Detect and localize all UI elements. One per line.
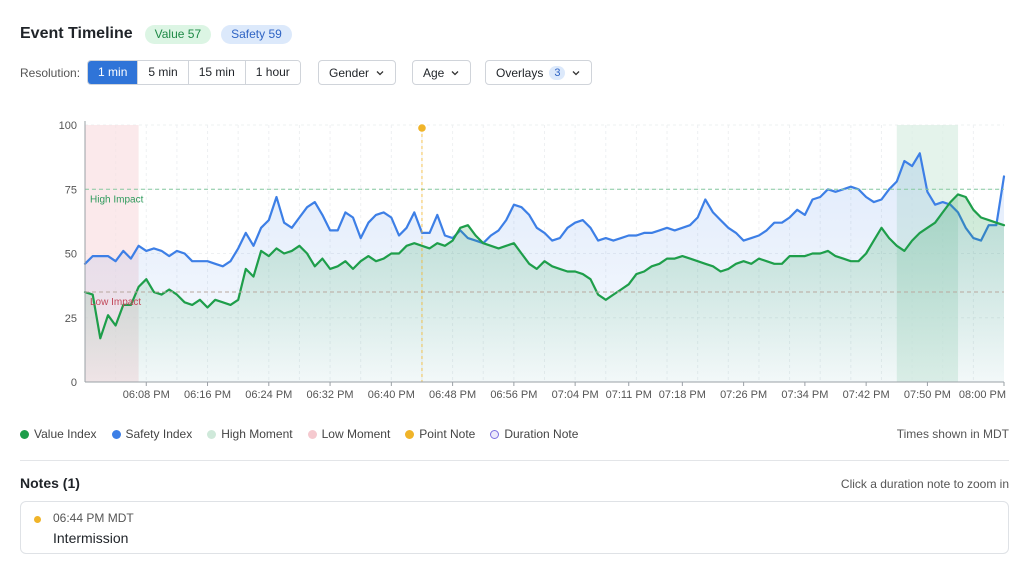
page-title: Event Timeline bbox=[20, 25, 133, 42]
resolution-controls: Resolution: 1 min 5 min 15 min 1 hour bbox=[20, 60, 301, 85]
y-tick-label: 25 bbox=[65, 313, 77, 325]
duration-note-swatch bbox=[490, 429, 500, 439]
x-tick-label: 06:24 PM bbox=[245, 389, 292, 401]
legend-point-note[interactable]: Point Note bbox=[405, 427, 475, 441]
x-tick-label: 07:42 PM bbox=[843, 389, 890, 401]
chart-legend: Value Index Safety Index High Moment Low… bbox=[20, 427, 593, 441]
notes-title: Notes (1) bbox=[20, 475, 80, 491]
x-tick-label: 06:32 PM bbox=[307, 389, 354, 401]
x-tick-label: 06:40 PM bbox=[368, 389, 415, 401]
timeline-chart[interactable]: High Impact Low Impact 0 25 50 75 100 06:08 PM… bbox=[0, 100, 1030, 405]
timezone-note: Times shown in MDT bbox=[896, 427, 1009, 441]
resolution-1min-button[interactable]: 1 min bbox=[88, 61, 138, 84]
low-moment-swatch bbox=[307, 429, 317, 439]
x-tick-label: 07:50 PM bbox=[904, 389, 951, 401]
legend-duration-note[interactable]: Duration Note bbox=[490, 427, 578, 441]
y-tick-label: 75 bbox=[65, 184, 77, 196]
value-badge: Value 57 bbox=[144, 24, 212, 44]
legend-label: High Moment bbox=[221, 427, 293, 441]
resolution-15min-button[interactable]: 15 min bbox=[187, 61, 245, 84]
gender-dropdown-label: Gender bbox=[329, 65, 370, 80]
high-moment-swatch bbox=[207, 429, 217, 439]
chevron-down-icon bbox=[451, 70, 459, 75]
safety-index-swatch bbox=[111, 429, 121, 439]
x-tick-label: 07:34 PM bbox=[781, 389, 828, 401]
legend-low-moment[interactable]: Low Moment bbox=[307, 427, 391, 441]
legend-value-index[interactable]: Value Index bbox=[20, 427, 97, 441]
y-tick-label: 50 bbox=[65, 249, 77, 261]
note-text: Intermission bbox=[53, 530, 129, 546]
x-tick-label: 06:16 PM bbox=[184, 389, 231, 401]
legend-label: Value Index bbox=[34, 427, 97, 441]
value-index-swatch bbox=[20, 429, 29, 439]
legend-safety-index[interactable]: Safety Index bbox=[111, 427, 193, 441]
age-dropdown-label: Age bbox=[423, 65, 445, 80]
resolution-5min-button[interactable]: 5 min bbox=[137, 61, 188, 84]
resolution-segmented-control: 1 min 5 min 15 min 1 hour bbox=[87, 60, 301, 85]
legend-label: Low Moment bbox=[321, 427, 391, 441]
section-divider bbox=[20, 460, 1009, 461]
legend-label: Safety Index bbox=[125, 427, 193, 441]
safety-badge: Safety 59 bbox=[221, 24, 292, 44]
y-tick-label: 0 bbox=[71, 377, 77, 389]
chevron-down-icon bbox=[376, 70, 384, 75]
x-tick-label: 08:00 PM bbox=[959, 389, 1006, 401]
legend-high-moment[interactable]: High Moment bbox=[207, 427, 293, 441]
note-card[interactable]: 06:44 PM MDT Intermission bbox=[20, 501, 1009, 554]
x-tick-label: 07:04 PM bbox=[552, 389, 599, 401]
x-tick-label: 07:18 PM bbox=[659, 389, 706, 401]
overlays-count-badge: 3 bbox=[549, 65, 566, 80]
note-time: 06:44 PM MDT bbox=[53, 511, 134, 525]
x-tick-label: 06:08 PM bbox=[123, 389, 170, 401]
overlays-dropdown[interactable]: Overlays 3 bbox=[485, 60, 593, 85]
point-note-dot-icon bbox=[34, 516, 41, 523]
point-note-marker[interactable] bbox=[418, 124, 426, 132]
chevron-down-icon bbox=[573, 70, 580, 75]
notes-hint: Click a duration note to zoom in bbox=[840, 477, 1009, 491]
x-tick-label: 06:56 PM bbox=[490, 389, 537, 401]
overlays-dropdown-label: Overlays bbox=[496, 65, 544, 80]
x-tick-label: 06:48 PM bbox=[429, 389, 476, 401]
age-dropdown[interactable]: Age bbox=[412, 60, 472, 85]
resolution-label: Resolution: bbox=[20, 65, 81, 80]
y-tick-label: 100 bbox=[59, 120, 77, 132]
x-tick-label: 07:26 PM bbox=[720, 389, 767, 401]
high-impact-label: High Impact bbox=[90, 194, 144, 205]
x-tick-label: 07:11 PM bbox=[606, 389, 652, 401]
page-header: Event Timeline Value 57 Safety 59 bbox=[20, 22, 292, 46]
gender-dropdown[interactable]: Gender bbox=[318, 60, 397, 85]
legend-label: Point Note bbox=[419, 427, 476, 441]
point-note-swatch bbox=[405, 429, 415, 439]
resolution-1hour-button[interactable]: 1 hour bbox=[244, 61, 300, 84]
low-impact-label: Low Impact bbox=[90, 297, 141, 308]
legend-label: Duration Note bbox=[504, 427, 579, 441]
